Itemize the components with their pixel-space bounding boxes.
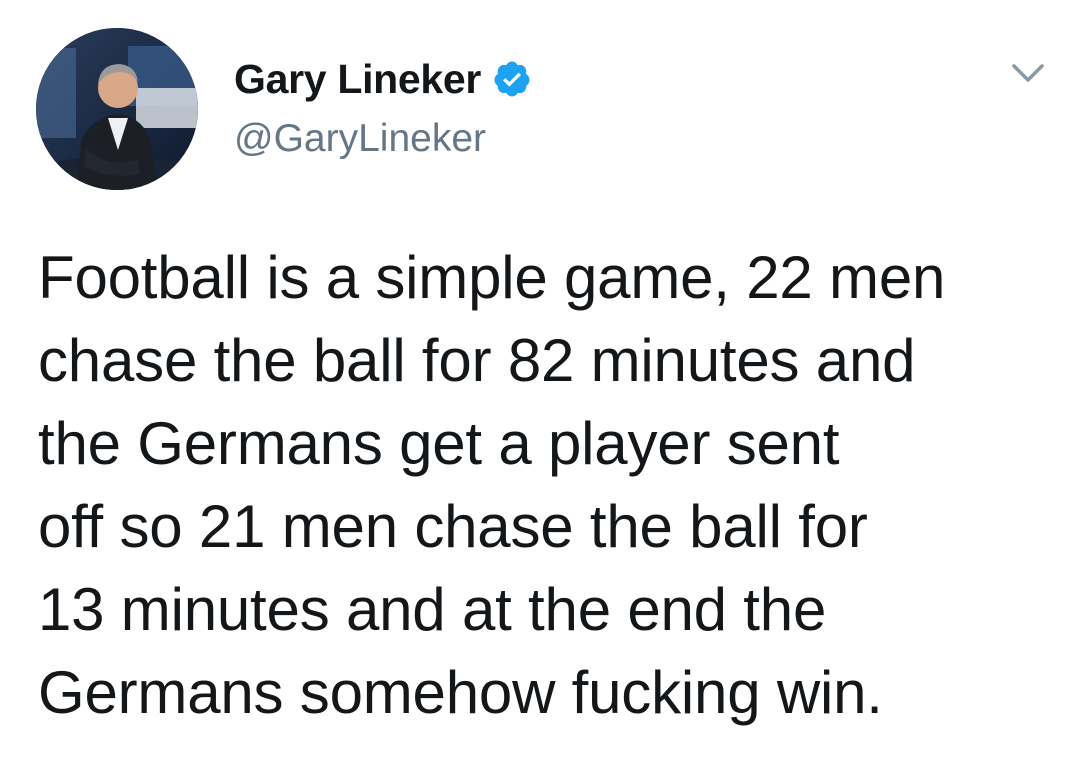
- avatar[interactable]: [36, 28, 198, 190]
- tweet-text: Football is a simple game, 22 men chase …: [38, 244, 946, 726]
- verified-badge-icon: [492, 59, 532, 99]
- display-name[interactable]: Gary Lineker: [234, 56, 481, 103]
- profile-photo: [36, 28, 198, 190]
- author-block: Gary Lineker @GaryLineker: [234, 55, 532, 161]
- chevron-down-icon[interactable]: [1008, 58, 1048, 88]
- handle[interactable]: @GaryLineker: [234, 117, 532, 161]
- name-row: Gary Lineker: [234, 55, 532, 103]
